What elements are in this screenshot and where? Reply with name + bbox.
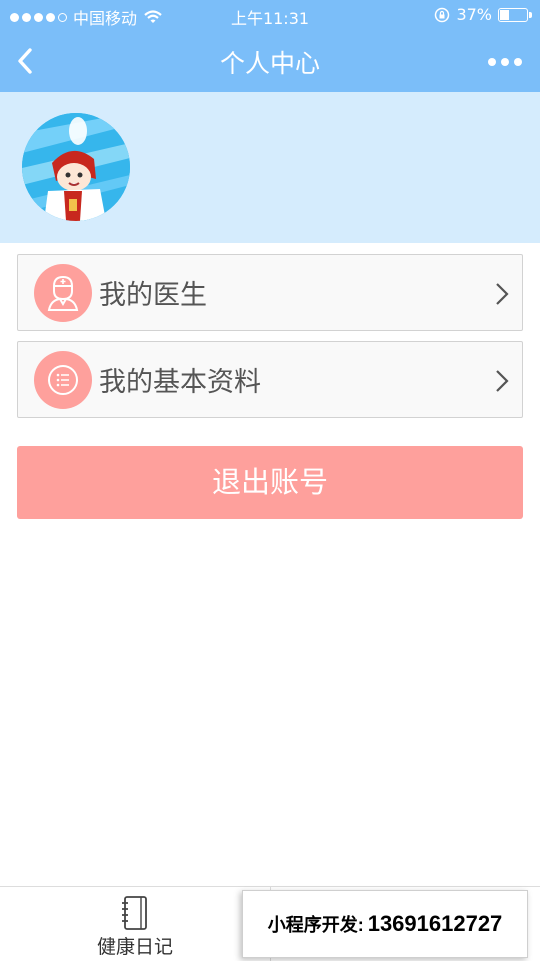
list-icon — [48, 365, 78, 395]
navbar: 个人中心 — [0, 30, 540, 92]
tab-health-diary[interactable]: 健康日记 — [0, 887, 270, 961]
notebook-icon — [122, 896, 147, 930]
doctor-icon — [47, 275, 79, 311]
chevron-right-icon — [496, 283, 509, 305]
status-bar: 中国移动 上午11:31 37% — [0, 0, 540, 30]
status-right: 37% — [434, 5, 532, 24]
tab-label: 健康日记 — [96, 936, 173, 958]
rotation-lock-icon — [435, 7, 450, 22]
promo-key: 小程序开发: — [267, 915, 364, 935]
battery-icon — [498, 7, 532, 22]
more-dots-icon[interactable] — [488, 58, 522, 66]
menu-icon-circle — [34, 264, 92, 322]
battery-fill — [500, 9, 510, 20]
menu-item-my-doctor[interactable]: 我的医生 — [17, 254, 523, 331]
menu-item-label: 我的医生 — [99, 280, 207, 311]
avatar-image — [22, 113, 130, 221]
promo-banner: 小程序开发: 13691612727 — [242, 890, 528, 958]
chevron-right-icon — [496, 370, 509, 392]
battery-percent: 37% — [456, 5, 492, 24]
menu-item-label: 我的基本资料 — [99, 367, 261, 398]
menu-icon-circle — [34, 351, 92, 409]
promo-phone: 13691612727 — [367, 911, 503, 936]
avatar[interactable] — [22, 113, 130, 221]
menu-item-basic-info[interactable]: 我的基本资料 — [17, 341, 523, 418]
profile-header — [0, 92, 540, 243]
logout-button[interactable]: 退出账号 — [17, 446, 523, 519]
page-title: 个人中心 — [219, 49, 320, 78]
